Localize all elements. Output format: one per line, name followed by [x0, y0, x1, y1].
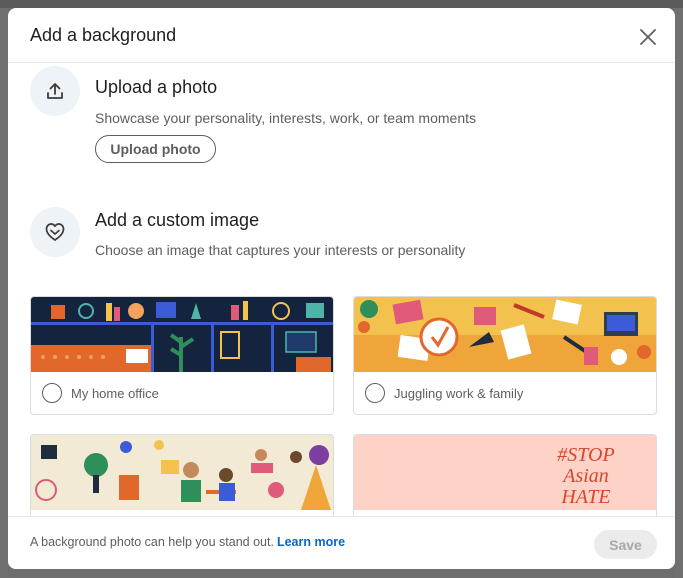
custom-section-description: Choose an image that captures your inter…: [95, 242, 466, 258]
dialog-footer: A background photo can help you stand ou…: [8, 516, 675, 569]
juggling-illustration: [354, 297, 656, 372]
heart-shield-icon: [45, 223, 65, 241]
learn-more-link[interactable]: Learn more: [277, 535, 345, 549]
home-office-illustration: [31, 297, 333, 372]
add-background-dialog: Add a background Upload a photo Showcase…: [8, 8, 675, 569]
background-page-left: [0, 8, 8, 578]
image-option-radio[interactable]: [365, 383, 385, 403]
close-icon: [640, 29, 656, 45]
close-button[interactable]: [633, 22, 663, 52]
image-option-label: Juggling work & family: [394, 385, 524, 401]
image-option-label: My home office: [71, 385, 159, 401]
community-illustration: [31, 435, 333, 510]
footer-info: A background photo can help you stand ou…: [30, 535, 345, 549]
image-option-radio[interactable]: [42, 383, 62, 403]
dialog-header: Add a background: [8, 8, 675, 63]
background-page-right: [675, 8, 683, 578]
dialog-title: Add a background: [30, 25, 177, 45]
upload-photo-button[interactable]: Upload photo: [95, 135, 216, 163]
overlay-text-line-2: Asian: [561, 465, 609, 487]
stop-asian-hate-illustration: #STOP Asian HATE: [354, 435, 656, 510]
upload-section-icon: [30, 66, 80, 116]
dialog-body[interactable]: Upload a photo Showcase your personality…: [8, 64, 675, 516]
custom-section-icon: [30, 207, 80, 257]
image-option-footer: Juggling work & family: [354, 372, 656, 414]
image-option-community[interactable]: [30, 434, 334, 516]
save-button[interactable]: Save: [594, 530, 657, 559]
overlay-text-line-3: HATE: [560, 486, 610, 508]
custom-section-title: Add a custom image: [95, 210, 260, 230]
image-option-juggling[interactable]: Juggling work & family: [353, 296, 657, 415]
background-page-strip: [0, 0, 683, 8]
upload-section-title: Upload a photo: [95, 77, 218, 97]
image-option-home-office[interactable]: My home office: [30, 296, 334, 415]
image-option-footer: My home office: [31, 372, 333, 414]
overlay-text-line-1: #STOP: [557, 444, 614, 466]
footer-info-text: A background photo can help you stand ou…: [30, 535, 274, 549]
upload-icon: [47, 83, 63, 99]
upload-section-description: Showcase your personality, interests, wo…: [95, 110, 477, 126]
image-option-stop-asian-hate[interactable]: #STOP Asian HATE: [353, 434, 657, 516]
